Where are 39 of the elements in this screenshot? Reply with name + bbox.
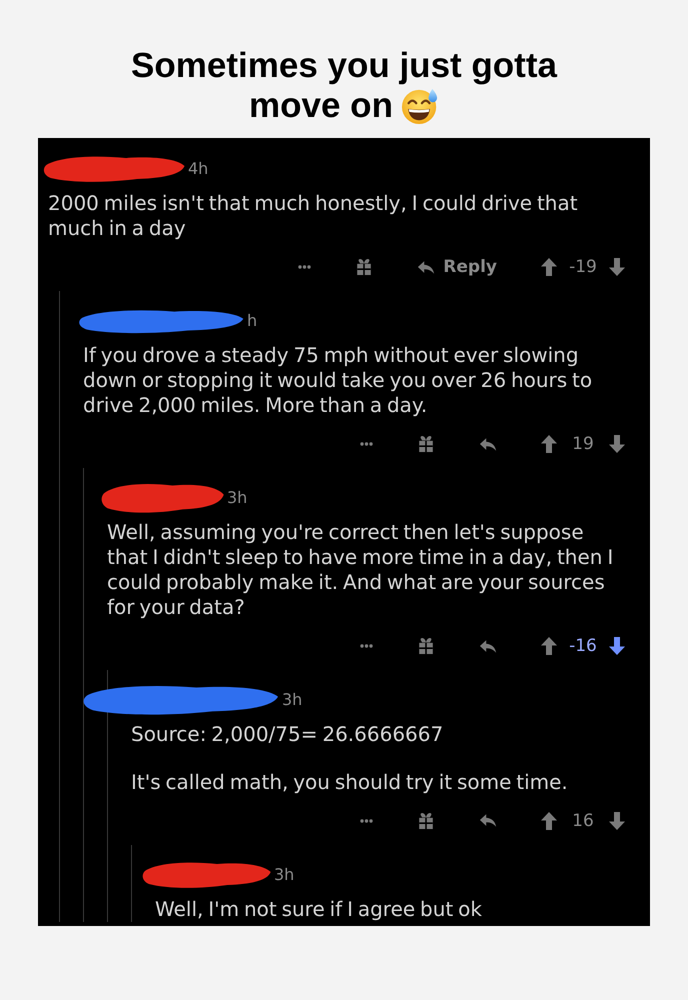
comment-time: 3h [227, 488, 248, 508]
down-arrow-icon[interactable] [609, 258, 625, 276]
comment-text: If you drove a steady 75 mph without ever slowing down or stopping it would take you over 26 hours to drive 2,000 miles. More than a day. [83, 343, 594, 418]
up-arrow-icon[interactable] [541, 435, 557, 453]
reply-icon [417, 260, 436, 274]
vote-score: -19 [568, 257, 598, 277]
comment-time: 3h [282, 690, 302, 710]
down-arrow-icon[interactable] [609, 637, 625, 655]
gift-icon[interactable] [417, 435, 435, 453]
comment-text: Well, I'm not sure if I agree but ok [155, 896, 483, 922]
reply-icon[interactable] [479, 813, 497, 828]
down-arrow-icon[interactable] [609, 435, 625, 453]
more-icon[interactable] [298, 265, 312, 269]
up-arrow-icon[interactable] [541, 637, 557, 655]
caption-title: Sometimes you just gotta [131, 46, 557, 86]
reply-icon[interactable] [479, 436, 497, 452]
comment-time: 3h [274, 864, 294, 884]
gift-icon[interactable] [355, 258, 374, 276]
down-arrow-icon[interactable] [609, 812, 625, 830]
vote-score: 19 [571, 434, 595, 454]
comment-text: Source: 2,000/75= 26.6666667 [131, 722, 444, 747]
vote-score: -16 [568, 636, 598, 656]
comment-time: h [247, 311, 258, 331]
comment-time: 4h [188, 159, 208, 179]
caption-title: move on [249, 86, 393, 126]
gift-icon[interactable] [417, 812, 435, 830]
comment-text: It's called math, you should try it some time. [131, 770, 569, 794]
more-icon[interactable] [360, 818, 373, 822]
more-icon[interactable] [360, 644, 373, 648]
sweat-smile-emoji-icon [400, 87, 439, 125]
up-arrow-icon[interactable] [541, 258, 557, 276]
comment-text: 2000 miles isn't that much honestly, I could drive that much in a day [48, 191, 579, 241]
more-icon[interactable] [360, 442, 373, 446]
vote-score: 16 [571, 810, 595, 830]
up-arrow-icon[interactable] [541, 812, 557, 830]
reply-icon[interactable] [479, 638, 497, 654]
gift-icon[interactable] [417, 637, 435, 655]
reply-button[interactable]: Reply [417, 256, 497, 278]
comment-text: Well, assuming you're correct then let's suppose that I didn't sleep to have more time in a day, then I could probably make it. And what are your sources for your data? [107, 520, 614, 620]
